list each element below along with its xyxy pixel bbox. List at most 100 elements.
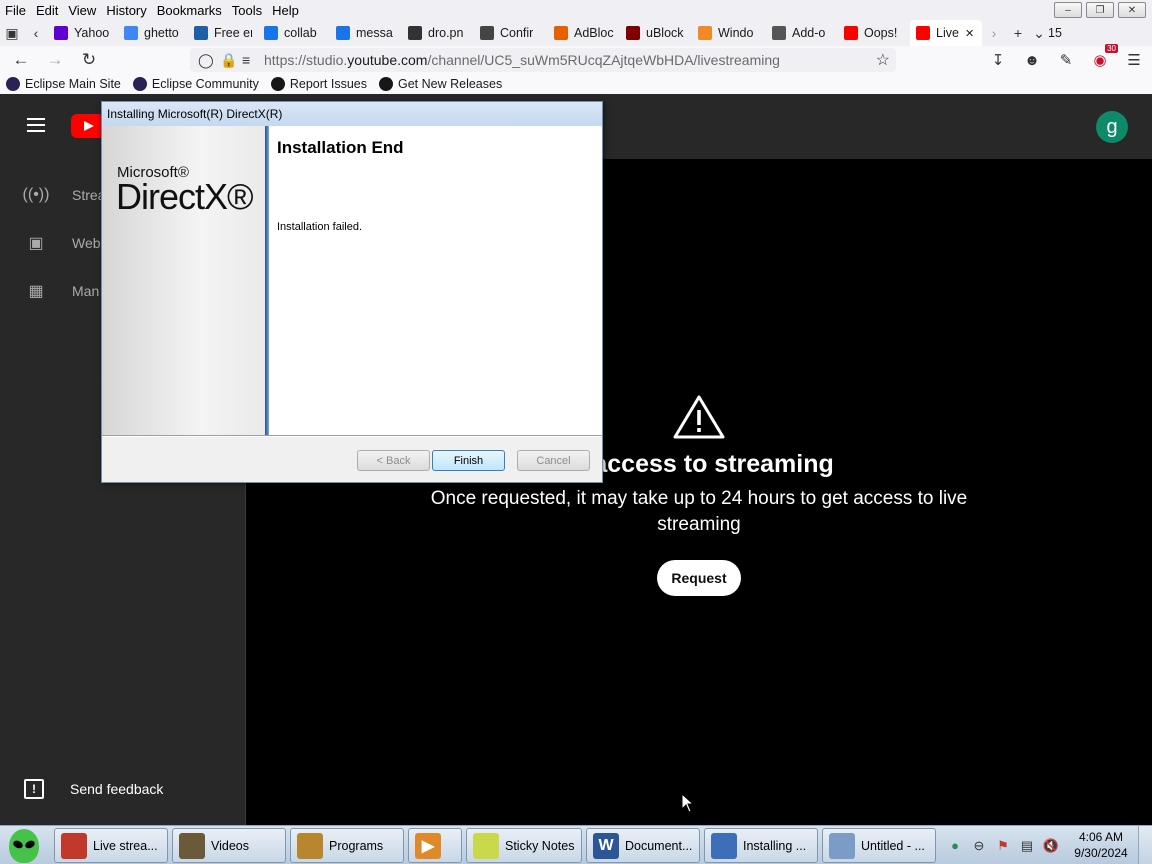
directx-installer-dialog: Installing Microsoft(R) DirectX(R) Micro… (101, 101, 603, 483)
hamburger-menu-icon[interactable] (27, 118, 45, 132)
taskbar-task[interactable]: Installing ... (704, 828, 818, 863)
tab-8[interactable]: uBlock (620, 20, 692, 46)
dialog-heading: Installation End (277, 138, 404, 157)
sidebar-item-stream[interactable]: ((•)) Strea (23, 183, 106, 207)
eight-icon (480, 26, 494, 40)
tab-2[interactable]: Free er (188, 20, 258, 46)
start-button[interactable] (0, 826, 48, 864)
close-tab-icon[interactable]: ✕ (965, 27, 974, 40)
bookmark-label: Eclipse Community (151, 77, 259, 91)
request-button[interactable]: Request (657, 560, 741, 596)
network-icon[interactable]: ▤ (1019, 838, 1035, 854)
url-bar[interactable]: ◯ 🔒 ≡ https://studio.youtube.com/channel… (190, 48, 896, 72)
sidebar-item-webcam[interactable]: ▣ Web (24, 231, 100, 255)
back-button[interactable]: < Back (357, 450, 430, 471)
reload-icon[interactable]: ↻ (72, 46, 106, 74)
menu-history[interactable]: History (101, 3, 151, 18)
cancel-button[interactable]: Cancel (517, 450, 590, 471)
account-icon[interactable]: ☻ (1022, 50, 1042, 70)
taskbar-task[interactable]: W Document... (586, 828, 700, 863)
message-body: Once requested, it may take up to 24 hou… (430, 488, 968, 535)
send-feedback-label: Send feedback (70, 781, 164, 797)
tab-1[interactable]: ghetto (118, 20, 188, 46)
bookmark-item[interactable]: Report Issues (270, 77, 367, 91)
menu-bookmarks[interactable]: Bookmarks (152, 3, 227, 18)
sidebar-item-manage[interactable]: ▦ Man (24, 279, 99, 303)
tab-12[interactable]: Live ✕ (910, 20, 982, 46)
url-text[interactable]: https://studio.youtube.com/channel/UC5_s… (264, 52, 780, 68)
menu-help[interactable]: Help (267, 3, 304, 18)
taskbar-task[interactable]: Live strea... (54, 828, 168, 863)
show-desktop-button[interactable] (1138, 826, 1152, 864)
shield-icon[interactable]: ◯ (198, 52, 214, 69)
tab-label: ghetto (144, 26, 179, 40)
finish-button[interactable]: Finish (432, 450, 505, 471)
bookmark-item[interactable]: Eclipse Main Site (6, 77, 121, 91)
tab-9[interactable]: Windo (692, 20, 766, 46)
taskbar: Live strea... Videos Programs ▶ Sticky Notes… (0, 825, 1152, 864)
diamond-icon (698, 26, 712, 40)
bookmark-label: Eclipse Main Site (25, 77, 121, 91)
taskbar-task-label: Document... (625, 838, 693, 853)
tab-label: Free er (214, 26, 252, 40)
menu-file[interactable]: File (0, 3, 31, 18)
tab-list-icon[interactable]: ▣ (0, 20, 24, 46)
tab-7[interactable]: AdBloc (548, 20, 620, 46)
tab-6[interactable]: Confir (474, 20, 548, 46)
extensions-icon[interactable]: ✎ (1056, 50, 1076, 70)
taskbar-task[interactable]: Videos (172, 828, 286, 863)
clock-time: 4:06 AM (1078, 830, 1124, 844)
tab-3[interactable]: collab (258, 20, 330, 46)
ublock-icon[interactable]: ◉ 30 (1090, 44, 1118, 70)
network-globe-icon[interactable]: ● (947, 838, 963, 854)
tab-5[interactable]: dro.pn (402, 20, 474, 46)
bookmark-item[interactable]: Get New Releases (378, 77, 503, 91)
installation-status: Installation failed. (277, 221, 362, 233)
close-window-button[interactable]: ✕ (1118, 2, 1146, 18)
flag-icon[interactable]: ⚑ (995, 838, 1011, 854)
taskbar-task[interactable]: Programs (290, 828, 404, 863)
eclipse-icon (132, 77, 147, 91)
send-feedback-button[interactable]: ! Send feedback (24, 779, 163, 799)
permissions-icon[interactable]: ≡ (242, 52, 256, 68)
volume-muted-icon[interactable]: 🔇 (1043, 838, 1059, 854)
warning-icon (673, 395, 725, 439)
media-player-icon: ▶ (415, 832, 441, 859)
menu-bar: File Edit View History Bookmarks Tools H… (0, 0, 1152, 20)
bookmark-star-icon[interactable]: ☆ (876, 50, 890, 70)
tab-4[interactable]: messa (330, 20, 402, 46)
youtube-icon (916, 26, 930, 40)
restore-button[interactable]: ❐ (1086, 2, 1114, 18)
menu-tools[interactable]: Tools (227, 3, 267, 18)
camera-icon: ▣ (28, 235, 44, 252)
bookmark-label: Get New Releases (397, 77, 503, 91)
lock-icon[interactable]: 🔒 (220, 52, 237, 69)
menu-view[interactable]: View (63, 3, 101, 18)
taskbar-task[interactable]: Untitled - ... (822, 828, 936, 863)
downloads-icon[interactable]: ↧ (988, 50, 1008, 70)
menu-edit[interactable]: Edit (31, 3, 63, 18)
scroll-tabs-left-icon[interactable]: ‹ (24, 20, 48, 46)
forward-arrow-icon[interactable]: → (38, 46, 72, 74)
back-arrow-icon[interactable]: ← (4, 46, 38, 74)
youtube-logo-icon[interactable] (71, 114, 105, 138)
tab-0[interactable]: Yahoo (48, 20, 118, 46)
taskbar-task[interactable]: ▶ (408, 828, 462, 863)
dialog-separator (102, 435, 602, 437)
bookmark-item[interactable]: Eclipse Community (132, 77, 259, 91)
minimize-button[interactable]: – (1054, 2, 1082, 18)
all-tabs-chevron-icon[interactable]: ⌄ (1030, 20, 1048, 46)
tab-label: Add-o (792, 26, 826, 40)
tab-10[interactable]: Add-o (766, 20, 838, 46)
taskbar-task-label: Sticky Notes (505, 838, 575, 853)
taskbar-task[interactable]: Sticky Notes (466, 828, 582, 863)
dialog-title[interactable]: Installing Microsoft(R) DirectX(R) (102, 102, 602, 126)
tab-11[interactable]: Oops! (838, 20, 910, 46)
dialog-brand-panel: Microsoft® DirectX® (102, 126, 265, 435)
new-tab-icon[interactable]: + (1006, 20, 1030, 46)
scroll-tabs-right-icon[interactable]: › (982, 20, 1006, 46)
clock[interactable]: 4:06 AM 9/30/2024 (1068, 829, 1134, 861)
browser-icon (61, 832, 87, 859)
minus-circle-icon[interactable]: ⊖ (971, 838, 987, 854)
app-menu-icon[interactable]: ☰ (1124, 50, 1144, 70)
